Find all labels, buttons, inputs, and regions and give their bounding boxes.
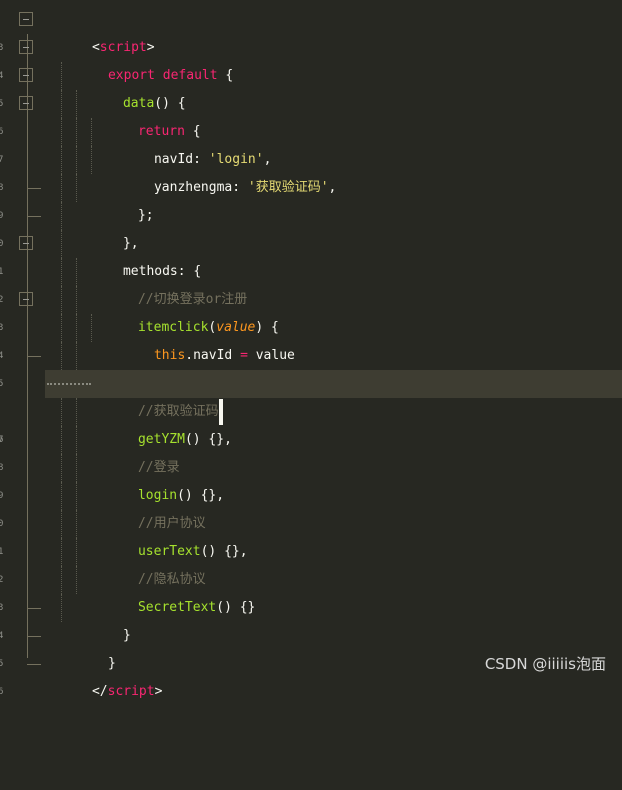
- code-line[interactable]: 2 //隐私协议: [0, 538, 622, 587]
- indent-guide: [61, 482, 62, 510]
- whitespace-marker: [47, 383, 91, 387]
- watermark: CSDN @iiiiis泡面: [484, 655, 606, 673]
- code-line[interactable]: 1 methods: {: [0, 230, 622, 279]
- code-line[interactable]: 2 //切换登录or注册: [0, 258, 622, 307]
- indent-guide: [76, 398, 77, 426]
- fold-toggle-icon[interactable]: [19, 236, 33, 250]
- code-line[interactable]: 7 navId: 'login',: [0, 118, 622, 167]
- indent-guide: [76, 118, 77, 146]
- indent-guide: [76, 90, 77, 118]
- indent-guide: [76, 482, 77, 510]
- indent-guide: [76, 342, 77, 370]
- tag-open-bracket: </: [91, 684, 108, 699]
- indent-guide: [61, 398, 62, 426]
- indent-guide: [61, 258, 62, 286]
- indent-guide: [61, 342, 62, 370]
- indent-guide: [76, 538, 77, 566]
- code-line[interactable]: 4 export default {: [0, 34, 622, 83]
- fold-end-marker: [27, 216, 41, 217]
- indent-guide: [76, 454, 77, 482]
- indent-guide: [61, 174, 62, 202]
- code-line[interactable]: 7 getYZM() {},: [0, 398, 622, 447]
- indent-guide: [61, 538, 62, 566]
- code-line[interactable]: 8 //登录: [0, 426, 622, 475]
- indent-guide: [91, 118, 92, 146]
- code-line[interactable]: 1 userText() {},: [0, 510, 622, 559]
- code-editor[interactable]: 3 <script> 4 export default { 5 data() {…: [0, 0, 622, 699]
- indent-guide: [61, 146, 62, 174]
- indent-guide: [76, 258, 77, 286]
- indent-guide: [61, 118, 62, 146]
- indent-guide: [61, 594, 62, 622]
- code-line[interactable]: 5 },: [0, 342, 622, 391]
- fold-toggle-icon[interactable]: [19, 12, 33, 26]
- code-line[interactable]: 8 yanzhengma: '获取验证码',: [0, 146, 622, 195]
- indent-guide: [91, 146, 92, 174]
- indent-guide: [76, 566, 77, 594]
- indent-guide: [76, 426, 77, 454]
- fold-toggle-icon[interactable]: [19, 96, 33, 110]
- indent-guide: [61, 510, 62, 538]
- fold-end-marker: [27, 664, 41, 665]
- indent-guide: [91, 314, 92, 342]
- fold-end-marker: [27, 636, 41, 637]
- indent-guide: [61, 454, 62, 482]
- indent-guide: [76, 174, 77, 202]
- code-line[interactable]: 5 }: [0, 622, 622, 671]
- code-line[interactable]: 3 SecretText() {}: [0, 566, 622, 615]
- code-line[interactable]: 4 }: [0, 594, 622, 643]
- indent-guide: [76, 286, 77, 314]
- indent-guide: [61, 90, 62, 118]
- code-line[interactable]: 9 };: [0, 174, 622, 223]
- code-line-active[interactable]: 6 //获取验证码: [0, 370, 622, 445]
- indent-guide: [61, 426, 62, 454]
- code-line[interactable]: 3 itemclick(value) {: [0, 286, 622, 335]
- indent-guide: [76, 146, 77, 174]
- indent-guide: [76, 314, 77, 342]
- indent-guide: [61, 314, 62, 342]
- code-line[interactable]: 0 },: [0, 202, 622, 251]
- code-line[interactable]: 0 //用户协议: [0, 482, 622, 531]
- fold-end-marker: [27, 356, 41, 357]
- fold-end-marker: [27, 188, 41, 189]
- indent-guide: [61, 62, 62, 90]
- code-line[interactable]: 6 return {: [0, 90, 622, 139]
- indent-guide: [76, 510, 77, 538]
- tag-close-bracket: >: [154, 684, 163, 699]
- indent-guide: [61, 566, 62, 594]
- code-line[interactable]: 9 login() {},: [0, 454, 622, 503]
- fold-toggle-icon[interactable]: [19, 68, 33, 82]
- tag-name: script: [107, 684, 155, 699]
- code-line[interactable]: 3 <script>: [0, 6, 622, 55]
- code-line[interactable]: 5 data() {: [0, 62, 622, 111]
- indent-guide: [61, 202, 62, 230]
- fold-end-marker: [27, 608, 41, 609]
- code-line[interactable]: 4 this.navId = value: [0, 314, 622, 363]
- indent-guide: [61, 230, 62, 258]
- line-number: 6: [0, 687, 4, 697]
- fold-toggle-icon[interactable]: [19, 292, 33, 306]
- indent-guide: [61, 286, 62, 314]
- fold-toggle-icon[interactable]: [19, 40, 33, 54]
